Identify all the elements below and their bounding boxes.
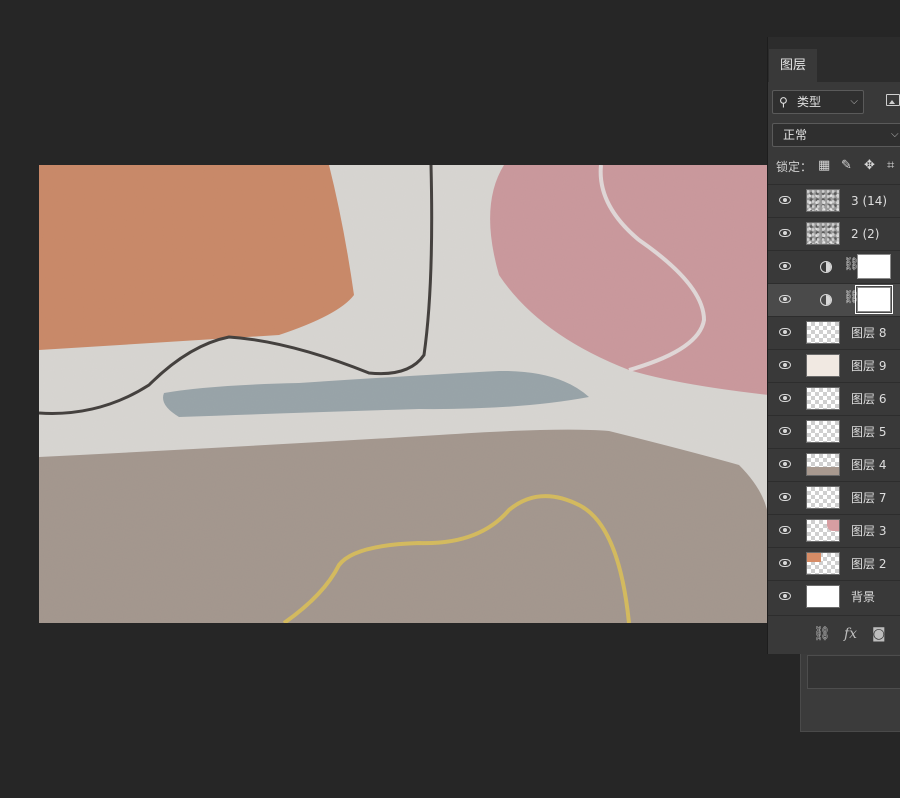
adjustment-icon [820,261,832,273]
thumb-shape [807,467,839,475]
layer-row[interactable]: 图层 7 [768,481,900,514]
layer-thumbnail [806,321,840,344]
layer-thumbnail [806,585,840,608]
eye-icon[interactable] [779,427,791,435]
filter-kind-label: 类型 [797,95,822,109]
eye-icon[interactable] [779,460,791,468]
eye-icon[interactable] [779,493,791,501]
layer-name: 图层 7 [851,491,887,505]
layer-thumbnail [806,222,840,245]
background-panel-field [807,655,900,689]
layer-row[interactable]: 图层 4 [768,448,900,481]
layer-row[interactable]: 2 (2) [768,217,900,250]
layer-mask-thumbnail[interactable] [855,285,893,314]
brush-lock-icon[interactable]: ✎ [841,158,852,174]
layer-filter-row: ⚲ 类型 ⌵ [772,90,900,118]
eye-icon[interactable] [779,394,791,402]
artwork [39,165,769,623]
chevron-down-icon: ⌵ [850,96,858,107]
layer-thumbnail [806,453,840,476]
eye-icon[interactable] [779,592,791,600]
panel-footer: ⛓ fx ◙ [768,615,900,655]
blend-mode-label: 正常 [783,128,808,142]
layer-mask-thumbnail[interactable] [857,254,891,279]
eye-icon[interactable] [779,526,791,534]
eye-icon[interactable] [779,229,791,237]
artboard-lock-icon[interactable]: ⌗ [887,158,894,174]
layer-row[interactable]: 图层 9 [768,349,900,382]
layer-name: 3 (14) [851,194,888,208]
blend-mode-row: 正常 ⌵ [772,123,900,149]
layers-list: 3 (14) 2 (2) ⛓ ⛓ 图层 8 图层 9 图层 6 图层 5 图层 … [768,184,900,613]
adjustment-layer-row[interactable]: ⛓ [768,250,900,283]
lock-row: 锁定： ▦ ✎ ✥ ⌗ [768,155,900,177]
document-canvas[interactable] [39,165,769,623]
layer-name: 图层 9 [851,359,887,373]
layer-name: 图层 5 [851,425,887,439]
layer-thumbnail [806,420,840,443]
eye-icon[interactable] [779,295,791,303]
layer-row[interactable]: 3 (14) [768,184,900,217]
layer-name: 背景 [851,590,876,604]
layer-thumbnail [806,486,840,509]
fx-icon[interactable]: fx [844,626,857,642]
eye-icon[interactable] [779,196,791,204]
eye-icon[interactable] [779,361,791,369]
add-mask-icon[interactable]: ◙ [872,626,886,642]
layer-name: 2 (2) [851,227,880,241]
eye-icon[interactable] [779,262,791,270]
adjustment-icon [820,294,832,306]
eye-icon[interactable] [779,559,791,567]
layer-name: 图层 3 [851,524,887,538]
checker-lock-icon[interactable]: ▦ [818,158,830,174]
blend-mode-select[interactable]: 正常 ⌵ [772,123,900,147]
layer-name: 图层 8 [851,326,887,340]
layer-row[interactable]: 图层 2 [768,547,900,580]
layer-row[interactable]: 图层 3 [768,514,900,547]
layer-thumbnail [806,519,840,542]
layer-row[interactable]: 图层 8 [768,316,900,349]
image-filter-icon[interactable] [886,94,900,106]
layer-name: 图层 4 [851,458,887,472]
link-layers-icon[interactable]: ⛓ [813,626,831,642]
layer-row[interactable]: 背景 [768,580,900,613]
layer-name: 图层 2 [851,557,887,571]
layer-row[interactable]: 图层 6 [768,382,900,415]
lock-label: 锁定： [776,160,813,174]
layers-panel: 图层 ⚲ 类型 ⌵ 正常 ⌵ 锁定： ▦ ✎ ✥ ⌗ 3 (14) 2 (2) [767,37,900,654]
chevron-down-icon: ⌵ [891,129,899,140]
layer-thumbnail [806,354,840,377]
thumb-shape [807,553,821,562]
layer-thumbnail [806,387,840,410]
filter-kind-select[interactable]: ⚲ 类型 ⌵ [772,90,864,114]
layer-row[interactable]: 图层 5 [768,415,900,448]
panel-tabbar: 图层 [768,37,900,82]
thumb-shape [827,520,839,531]
layer-name: 图层 6 [851,392,887,406]
layer-thumbnail [806,552,840,575]
eye-icon[interactable] [779,328,791,336]
texture-overlay [39,165,769,623]
search-icon: ⚲ [779,95,788,109]
tab-layers[interactable]: 图层 [769,49,817,82]
move-lock-icon[interactable]: ✥ [864,158,875,174]
layer-thumbnail [806,189,840,212]
adjustment-layer-row-selected[interactable]: ⛓ [768,283,900,316]
